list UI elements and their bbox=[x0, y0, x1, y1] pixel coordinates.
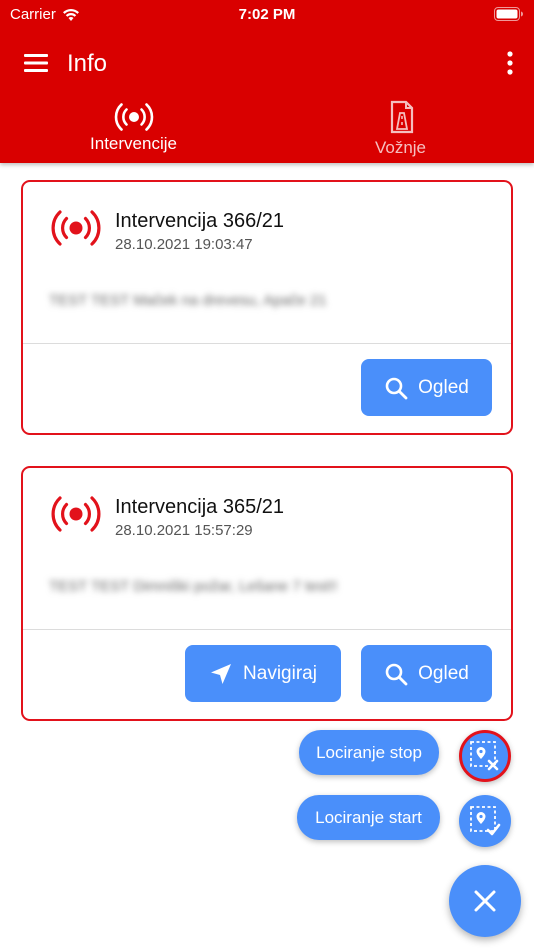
location-stop-button[interactable] bbox=[459, 730, 511, 782]
battery-icon bbox=[494, 7, 523, 21]
navigate-button-label: Navigiraj bbox=[243, 662, 317, 684]
search-icon bbox=[385, 377, 408, 399]
view-button-label: Ogled bbox=[418, 376, 469, 398]
location-start-icon bbox=[470, 806, 501, 836]
alarm-broadcast-icon bbox=[51, 496, 101, 532]
alarm-broadcast-icon bbox=[51, 210, 101, 246]
intervention-description: TEST TEST Dimniški požar, Lešane 7 test!… bbox=[49, 578, 338, 595]
more-vertical-icon[interactable] bbox=[504, 49, 516, 77]
alarm-broadcast-icon bbox=[114, 103, 153, 131]
view-button[interactable]: Ogled bbox=[361, 359, 492, 416]
intervention-date: 28.10.2021 19:03:47 bbox=[115, 236, 253, 253]
location-stop-icon bbox=[470, 741, 499, 771]
view-button[interactable]: Ogled bbox=[361, 645, 492, 702]
search-icon bbox=[385, 663, 408, 685]
app-bar: Info bbox=[0, 38, 534, 90]
close-icon bbox=[474, 890, 496, 912]
tab-intervencije[interactable]: Intervencije bbox=[0, 98, 267, 163]
navigation-arrow-icon bbox=[211, 663, 232, 684]
document-road-icon bbox=[390, 100, 413, 134]
intervention-card: Intervencija 366/21 28.10.2021 19:03:47 … bbox=[21, 180, 513, 435]
status-bar: Carrier 7:02 PM bbox=[0, 0, 534, 30]
status-time: 7:02 PM bbox=[238, 6, 296, 23]
tab-voznje[interactable]: Vožnje bbox=[267, 98, 534, 163]
intervention-card: Intervencija 365/21 28.10.2021 15:57:29 … bbox=[21, 466, 513, 721]
page-title: Info bbox=[67, 50, 108, 77]
tab-bar: Intervencije Vožnje bbox=[0, 98, 534, 163]
card-divider bbox=[23, 629, 511, 630]
intervention-description: TEST TEST Maček na drevesu, Apače 21 bbox=[49, 292, 327, 309]
close-fab-button[interactable] bbox=[449, 865, 521, 937]
app-header: Carrier 7:02 PM Info Intervencije Vožnje bbox=[0, 0, 534, 163]
card-divider bbox=[23, 343, 511, 344]
location-stop-label[interactable]: Lociranje stop bbox=[299, 730, 439, 775]
view-button-label: Ogled bbox=[418, 662, 469, 684]
tab-label: Intervencije bbox=[90, 134, 177, 153]
tab-label: Vožnje bbox=[374, 138, 427, 157]
intervention-title: Intervencija 365/21 bbox=[115, 496, 285, 518]
intervention-date: 28.10.2021 15:57:29 bbox=[115, 522, 253, 539]
location-start-label[interactable]: Lociranje start bbox=[297, 795, 440, 840]
intervention-title: Intervencija 366/21 bbox=[115, 210, 285, 232]
hamburger-menu-icon[interactable] bbox=[22, 50, 50, 76]
navigate-button[interactable]: Navigiraj bbox=[185, 645, 341, 702]
location-start-button[interactable] bbox=[459, 795, 511, 847]
